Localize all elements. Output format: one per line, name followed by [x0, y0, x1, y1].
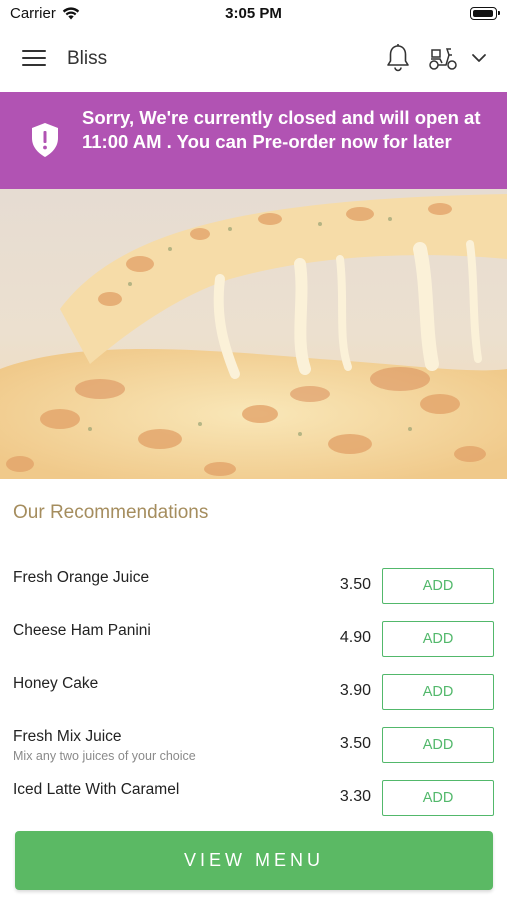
closed-banner: Sorry, We're currently closed and will o…: [0, 92, 507, 189]
battery-icon: [470, 7, 500, 20]
restaurant-name: Bliss: [67, 48, 108, 69]
add-button[interactable]: ADD: [382, 674, 494, 710]
chevron-down-icon[interactable]: [470, 50, 488, 66]
item-price: 3.50: [339, 735, 371, 752]
item-name: Fresh Orange Juice: [13, 569, 150, 586]
item-price: 3.90: [339, 682, 371, 699]
app-header: Bliss: [0, 28, 507, 92]
list-item: Honey Cake 3.90 ADD: [0, 666, 507, 716]
list-item: Iced Latte With Caramel 3.30 ADD: [0, 772, 507, 822]
item-name: Cheese Ham Panini: [13, 622, 151, 639]
item-name: Fresh Mix Juice: [13, 728, 122, 745]
status-bar: Carrier 3:05 PM: [0, 0, 507, 28]
item-description: Mix any two juices of your choice: [13, 749, 196, 763]
scooter-icon[interactable]: [428, 44, 458, 72]
item-name: Honey Cake: [13, 675, 99, 692]
closed-message: Sorry, We're currently closed and will o…: [82, 107, 481, 152]
item-name: Iced Latte With Caramel: [13, 781, 180, 798]
add-button[interactable]: ADD: [382, 568, 494, 604]
add-button[interactable]: ADD: [382, 621, 494, 657]
status-time: 3:05 PM: [225, 5, 282, 22]
view-menu-button[interactable]: VIEW MENU: [15, 831, 493, 890]
list-item: Fresh Orange Juice 3.50 ADD: [0, 560, 507, 610]
item-price: 4.90: [339, 629, 371, 646]
pizza-image: [0, 189, 507, 479]
list-item: Fresh Mix Juice Mix any two juices of yo…: [0, 719, 507, 769]
item-price: 3.50: [339, 576, 371, 593]
shield-alert-icon: [32, 123, 58, 157]
item-price: 3.30: [339, 788, 371, 805]
add-button[interactable]: ADD: [382, 727, 494, 763]
menu-icon[interactable]: [22, 50, 46, 68]
bell-icon[interactable]: [385, 43, 411, 73]
add-button[interactable]: ADD: [382, 780, 494, 816]
list-item: Cheese Ham Panini 4.90 ADD: [0, 613, 507, 663]
recommendations-title: Our Recommendations: [13, 502, 209, 523]
hero-image: [0, 189, 507, 479]
